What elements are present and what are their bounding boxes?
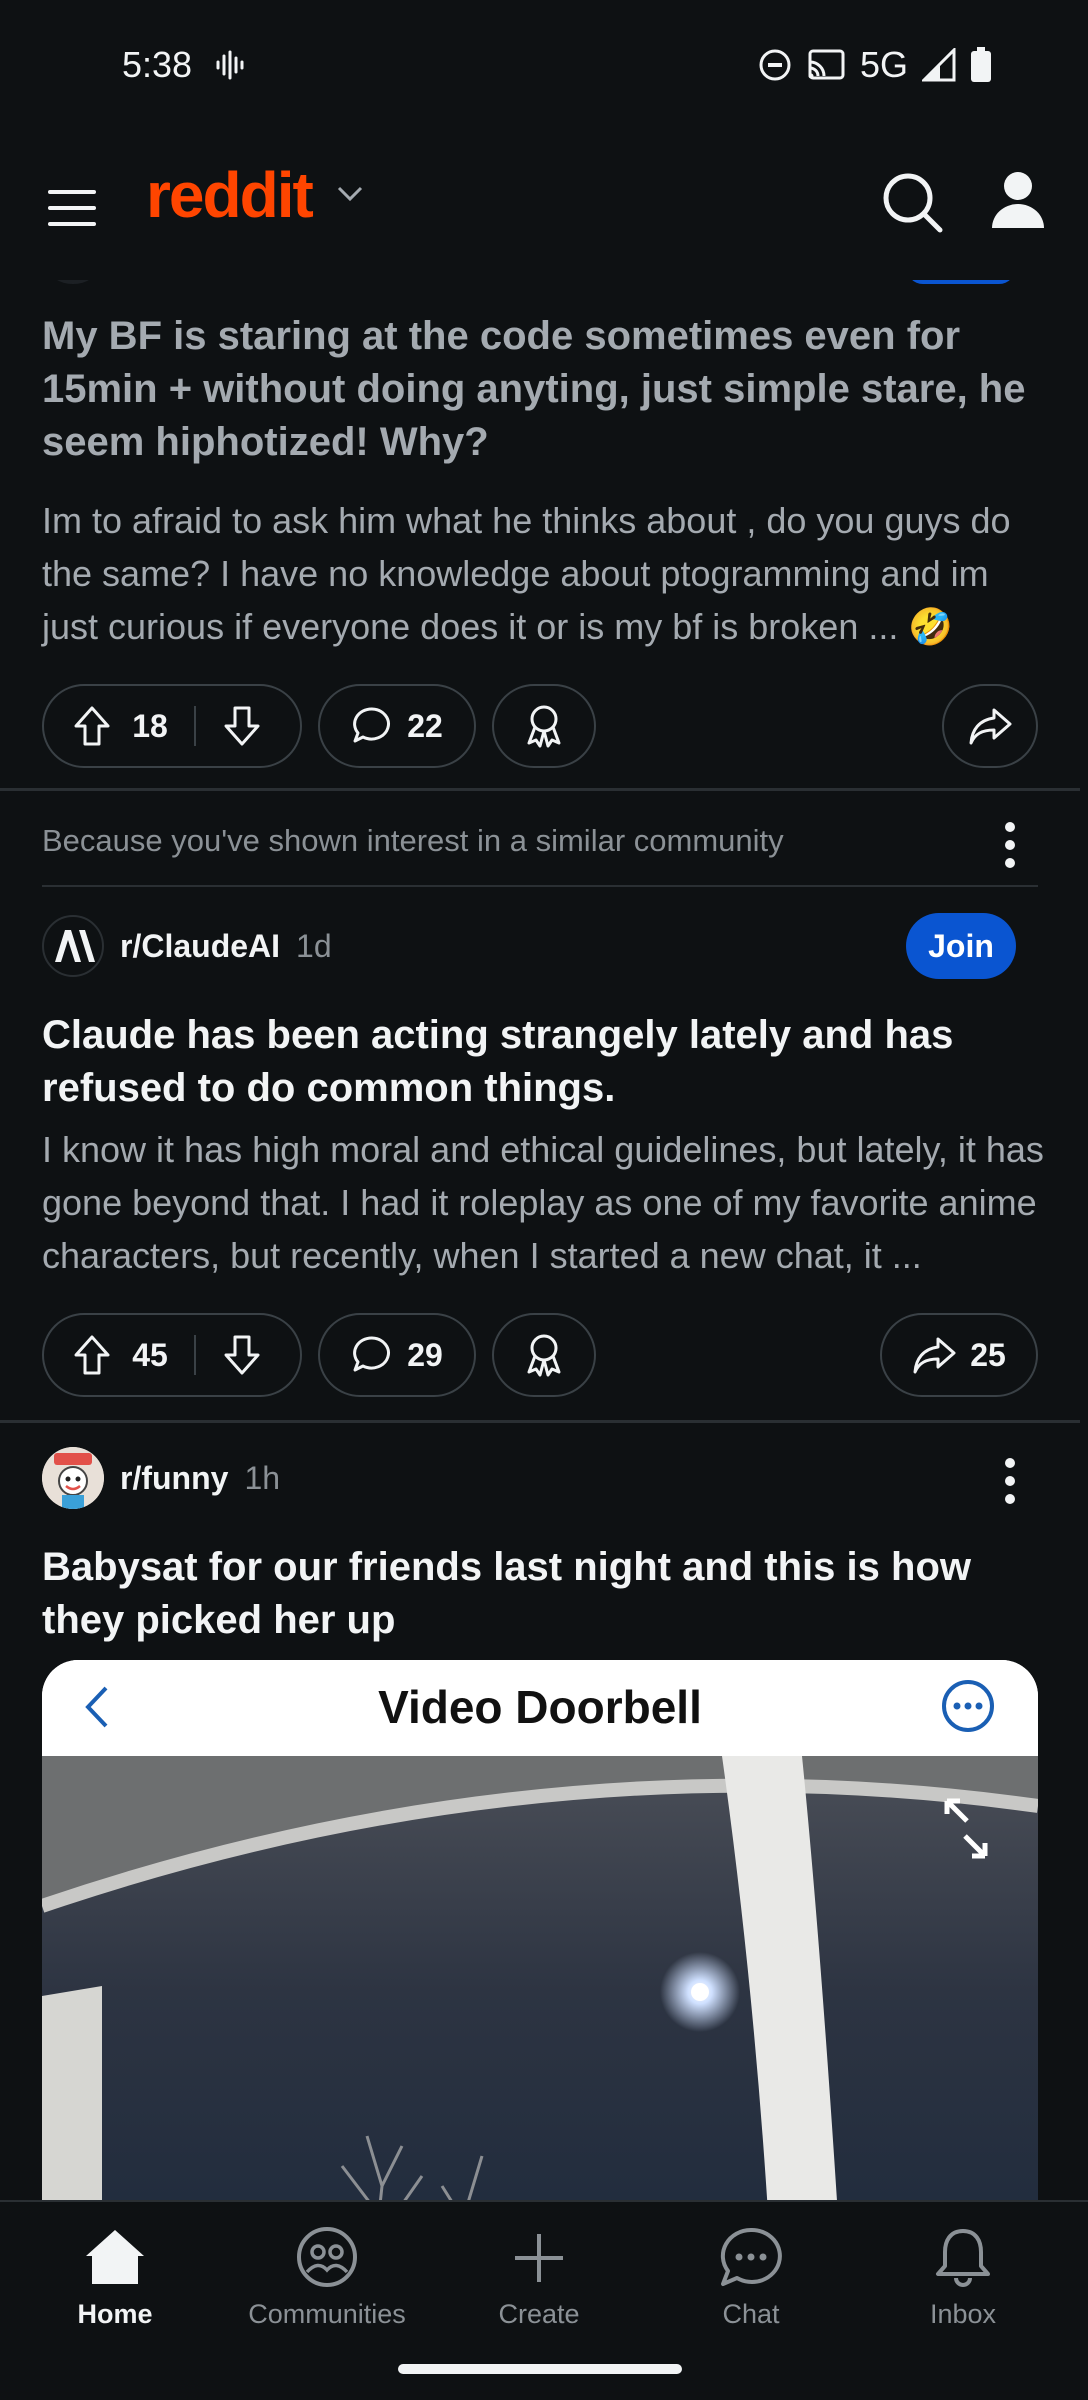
audio-wave-icon bbox=[216, 50, 244, 80]
award-button[interactable] bbox=[492, 1313, 596, 1397]
nav-chat[interactable]: Chat bbox=[661, 2226, 841, 2330]
post-title[interactable]: My BF is staring at the code sometimes e… bbox=[42, 310, 1042, 469]
communities-icon bbox=[297, 2227, 357, 2287]
comment-icon bbox=[353, 1336, 391, 1372]
nav-home[interactable]: Home bbox=[25, 2226, 205, 2330]
image-header-title: Video Doorbell bbox=[378, 1681, 702, 1733]
upvote-count: 18 bbox=[132, 707, 168, 744]
join-button[interactable]: Join bbox=[906, 913, 1016, 979]
home-icon bbox=[86, 2230, 144, 2284]
post-divider bbox=[0, 788, 1080, 791]
subreddit-row: r/funny 1h bbox=[42, 1447, 280, 1509]
share-icon bbox=[913, 1337, 956, 1374]
post-body[interactable]: I know it has high moral and ethical gui… bbox=[42, 1123, 1052, 1282]
search-icon[interactable] bbox=[880, 170, 946, 236]
post-body[interactable]: Im to afraid to ask him what he thinks a… bbox=[42, 494, 1052, 653]
comment-count: 22 bbox=[407, 707, 443, 744]
reddit-logo[interactable]: reddit bbox=[146, 158, 314, 232]
comments-button[interactable]: 29 bbox=[318, 1313, 476, 1397]
chat-icon bbox=[720, 2227, 782, 2286]
menu-icon[interactable] bbox=[44, 180, 100, 236]
status-indicators: 5G bbox=[758, 44, 992, 86]
image-app-bar: Video Doorbell bbox=[42, 1660, 1038, 1756]
post-age: 1d bbox=[296, 927, 332, 964]
vote-divider bbox=[193, 706, 196, 746]
more-horizontal-icon bbox=[942, 1680, 994, 1732]
chevron-down-icon[interactable] bbox=[336, 184, 364, 204]
vote-pill: 18 bbox=[42, 684, 302, 768]
nav-communities[interactable]: Communities bbox=[237, 2226, 417, 2330]
nav-label: Create bbox=[498, 2299, 580, 2329]
post-title[interactable]: Claude has been acting strangely lately … bbox=[42, 1009, 1042, 1115]
more-options-icon[interactable] bbox=[998, 1451, 1022, 1511]
nav-inbox[interactable]: Inbox bbox=[873, 2226, 1053, 2330]
award-button[interactable] bbox=[492, 684, 596, 768]
nav-label: Inbox bbox=[929, 2299, 997, 2329]
subreddit-avatar[interactable] bbox=[42, 915, 104, 977]
comments-button[interactable]: 22 bbox=[318, 684, 476, 768]
context-divider bbox=[42, 885, 1038, 887]
upvote-count: 45 bbox=[132, 1336, 168, 1373]
share-button[interactable] bbox=[942, 684, 1038, 768]
subreddit-name[interactable]: r/ClaudeAI bbox=[120, 928, 280, 965]
downvote-icon[interactable] bbox=[222, 704, 262, 748]
home-indicator[interactable] bbox=[398, 2364, 682, 2374]
signal-icon bbox=[922, 48, 956, 82]
battery-icon bbox=[971, 47, 991, 82]
feed[interactable]: My BF is staring at the code sometimes e… bbox=[0, 270, 1088, 2200]
comment-count: 29 bbox=[407, 1336, 443, 1373]
upvote-icon[interactable] bbox=[72, 704, 112, 748]
share-icon bbox=[969, 708, 1012, 745]
nav-label: Home bbox=[77, 2299, 153, 2329]
share-button[interactable]: 25 bbox=[880, 1313, 1038, 1397]
comment-icon bbox=[353, 707, 391, 743]
downvote-icon[interactable] bbox=[222, 1333, 262, 1377]
nav-create[interactable]: Create bbox=[449, 2226, 629, 2330]
status-bar: 5:38 5G bbox=[0, 0, 1088, 130]
subreddit-name[interactable]: r/funny bbox=[120, 1460, 228, 1497]
profile-icon[interactable] bbox=[990, 170, 1046, 230]
bell-icon bbox=[936, 2229, 990, 2287]
plus-icon bbox=[515, 2234, 563, 2282]
post-image[interactable]: Video Doorbell bbox=[42, 1660, 1038, 2200]
subreddit-avatar[interactable] bbox=[42, 1447, 104, 1509]
more-options-icon[interactable] bbox=[998, 815, 1022, 875]
award-icon bbox=[527, 705, 561, 748]
recommendation-context: Because you've shown interest in a simil… bbox=[42, 823, 784, 858]
post-age: 1h bbox=[244, 1459, 281, 1496]
vote-divider bbox=[193, 1335, 196, 1375]
cast-icon bbox=[808, 49, 845, 80]
funny-mascot-icon bbox=[42, 1447, 104, 1509]
nav-label: Chat bbox=[722, 2299, 780, 2329]
share-count: 25 bbox=[970, 1336, 1006, 1373]
award-icon bbox=[527, 1334, 561, 1377]
nav-label: Communities bbox=[248, 2299, 406, 2329]
post-title[interactable]: Babysat for our friends last night and t… bbox=[42, 1541, 1042, 1647]
status-time: 5:38 bbox=[122, 44, 193, 85]
upvote-icon[interactable] bbox=[72, 1333, 112, 1377]
vote-pill: 45 bbox=[42, 1313, 302, 1397]
subreddit-row: r/ClaudeAI 1d bbox=[42, 915, 332, 977]
do-not-disturb-icon bbox=[759, 49, 791, 81]
anthropic-logo-icon bbox=[55, 930, 95, 962]
network-label: 5G bbox=[859, 44, 908, 85]
doorbell-camera-view bbox=[42, 1756, 1038, 2200]
